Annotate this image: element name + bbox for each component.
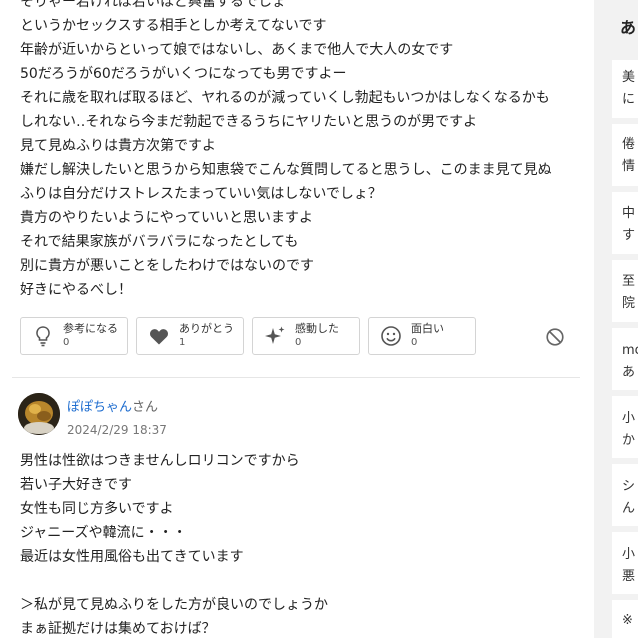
sidebar-item-text: あ (622, 365, 636, 380)
sidebar-item-text: ん (622, 501, 636, 516)
sidebar-item-text: シ (622, 479, 636, 494)
answer-line: 女性も同じ方多いですよ (20, 501, 174, 517)
sidebar-item[interactable]: ※ (612, 600, 638, 638)
avatar[interactable] (18, 393, 60, 435)
answer-line: まぁ証拠だけは集めておけば？ (20, 621, 216, 637)
answer-line: 好きにやるべし！ (20, 282, 132, 298)
sidebar-item[interactable]: 倦 情 (612, 124, 638, 186)
reaction-helpful-button[interactable]: 参考になる 0 (20, 317, 128, 355)
answer-line: 若い子大好きです (20, 477, 132, 493)
answer-line: 貴方のやりたいようにやっていいと思いますよ (20, 210, 314, 226)
answer-line: 別に貴方が悪いことをしたわけではないのです (20, 258, 314, 274)
honorific-suffix: さん (132, 400, 159, 415)
reaction-label: 面白い (411, 322, 444, 335)
sidebar-item[interactable]: 小 か (612, 396, 638, 458)
answer-line: 見て見ぬふりは貴方次第ですよ (20, 138, 216, 154)
answer-line: それで結果家族がバラバラになったとしても (20, 234, 299, 250)
answer-line: ＞私が見て見ぬふりをした方が良いのでしょうか (20, 597, 328, 613)
answer-line: ふりは自分だけストレスたまっていい気はしないでしょ？ (20, 186, 382, 202)
answer-line: 男性は性欲はつきませんしロリコンですから (20, 453, 300, 469)
reaction-label: 感動した (295, 322, 339, 335)
reaction-funny-button[interactable]: 面白い 0 (368, 317, 476, 355)
reaction-label: 参考になる (63, 322, 118, 335)
sidebar-item[interactable]: シ ん (612, 464, 638, 526)
answer-line: ジャニーズや韓流に・・・ (20, 525, 187, 541)
sidebar-item-text: す (622, 228, 636, 243)
answerer-name[interactable]: ぽぽちゃんさん (67, 396, 158, 415)
answer-body: そりゃー若ければ若いほど興奮するでしょ というかセックスする相手としか考えてない… (20, 0, 585, 302)
sidebar: あ 美 に 倦 情 中 す 至 院 mo あ 小 か (594, 0, 638, 638)
reaction-count: 0 (411, 337, 418, 348)
reaction-thanks-button[interactable]: ありがとう 1 (136, 317, 244, 355)
sidebar-item-text: に (622, 92, 636, 107)
answer-line (20, 569, 585, 593)
answer-line: 最近は女性用風俗も出てきています (20, 549, 244, 565)
answer-line: それに歳を取れば取るほど、ヤれるのが減っていくし勃起もいつかはしなくなるかも (20, 90, 550, 106)
sidebar-item-text: 情 (622, 159, 636, 174)
sidebar-item-text: 至 (622, 274, 636, 289)
avatar-image (18, 393, 60, 435)
reaction-count: 0 (63, 337, 70, 348)
answerer-name-link[interactable]: ぽぽちゃん (67, 400, 132, 415)
answer-line: しれない‥それなら今まだ勃起できるうちにヤリたいと思うのが男ですよ (20, 114, 478, 130)
sidebar-item-text: 小 (622, 547, 636, 562)
reaction-label: ありがとう (179, 322, 234, 335)
main-column: そりゃー若ければ若いほど興奮するでしょ というかセックスする相手としか考えてない… (0, 0, 594, 638)
sidebar-item[interactable]: 中 す (612, 192, 638, 254)
block-icon[interactable] (544, 326, 566, 348)
answer-line: 50だろうが60だろうがいくつになっても男ですよー (20, 66, 347, 82)
sidebar-item[interactable]: mo あ (612, 328, 638, 390)
reaction-count: 1 (179, 337, 186, 348)
heart-icon (149, 329, 169, 345)
sidebar-item[interactable]: 至 院 (612, 260, 638, 322)
answer-divider (12, 377, 580, 378)
sidebar-item-text: 院 (622, 296, 636, 311)
reaction-count: 0 (295, 337, 302, 348)
answer-line: 嫌だし解決したいと思うから知恵袋でこんな質問してると思うし、このまま見て見ぬ (20, 162, 552, 178)
answer-line: 年齢が近いからといって娘ではないし、あくまで他人で大人の女です (20, 42, 454, 58)
smile-icon (381, 326, 401, 346)
reaction-moved-button[interactable]: 感動した 0 (252, 317, 360, 355)
answer-line: というかセックスする相手としか考えてないです (20, 18, 327, 34)
sidebar-item-text: 中 (622, 206, 636, 221)
reaction-bar: 参考になる 0 ありがとう 1 感動した 0 面白い 0 (20, 317, 476, 357)
answer-body: 男性は性欲はつきませんしロリコンですから 若い子大好きです 女性も同じ方多いです… (20, 449, 585, 638)
sidebar-item[interactable]: 小 悪 (612, 532, 638, 594)
sidebar-item-text: か (622, 433, 636, 448)
sidebar-item-text: mo (622, 343, 638, 358)
sidebar-item-text: 悪 (622, 569, 636, 584)
post-date: 2024/2/29 18:37 (67, 423, 167, 437)
sidebar-item-text: ※ (622, 613, 633, 628)
sidebar-item-text: 美 (622, 70, 636, 85)
sidebar-item-text: 倦 (622, 137, 636, 152)
sidebar-item-text: 小 (622, 411, 636, 426)
answer-line: そりゃー若ければ若いほど興奮するでしょ (20, 0, 286, 10)
sparkle-icon (265, 326, 285, 344)
lightbulb-icon (36, 326, 50, 347)
sidebar-heading: あ (620, 18, 637, 37)
sidebar-item[interactable]: 美 に (612, 60, 638, 118)
